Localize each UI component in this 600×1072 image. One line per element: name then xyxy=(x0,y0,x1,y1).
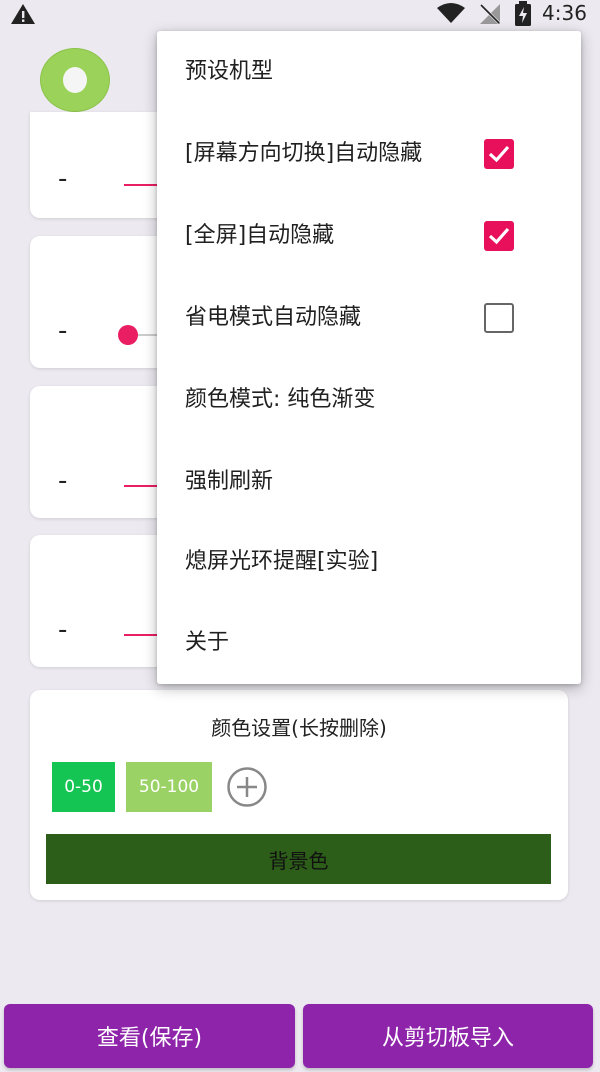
menu-item-label: 关于 xyxy=(185,630,230,655)
minus-label: - xyxy=(58,164,68,194)
menu-item-label: 熄屏光环提醒[实验] xyxy=(185,549,379,574)
powersave-autohide-checkbox[interactable] xyxy=(484,303,514,333)
menu-item-screen-off-ring[interactable]: 熄屏光环提醒[实验] xyxy=(157,521,581,603)
slider-thumb[interactable] xyxy=(118,325,138,345)
menu-item-label: [全屏]自动隐藏 xyxy=(185,223,335,248)
view-save-button[interactable]: 查看(保存) xyxy=(4,1004,295,1068)
check-icon xyxy=(488,227,510,245)
minus-label: - xyxy=(58,316,68,346)
fullscreen-autohide-checkbox[interactable] xyxy=(484,221,514,251)
minus-label: - xyxy=(58,615,68,645)
color-chip-0-50[interactable]: 0-50 xyxy=(52,762,115,812)
import-clipboard-button[interactable]: 从剪切板导入 xyxy=(303,1004,593,1068)
add-color-icon[interactable] xyxy=(226,766,268,808)
wifi-icon xyxy=(437,3,465,23)
menu-item-about[interactable]: 关于 xyxy=(157,602,581,684)
orientation-autohide-checkbox[interactable] xyxy=(484,139,514,169)
menu-item-label: 省电模式自动隐藏 xyxy=(185,305,362,330)
color-settings-card: 颜色设置(长按删除) 0-50 50-100 背景色 xyxy=(30,690,568,900)
battery-charging-icon xyxy=(515,1,531,26)
menu-item-label: 预设机型 xyxy=(185,59,274,84)
ring-preview-logo xyxy=(40,48,110,112)
status-bar: 4:36 xyxy=(0,0,600,28)
menu-item-color-mode[interactable]: 颜色模式: 纯色渐变 xyxy=(157,359,581,441)
check-icon xyxy=(488,145,510,163)
warning-icon xyxy=(11,4,35,24)
color-chip-50-100[interactable]: 50-100 xyxy=(126,762,212,812)
status-time: 4:36 xyxy=(542,1,587,25)
menu-item-label: 强制刷新 xyxy=(185,469,274,494)
background-color-button[interactable]: 背景色 xyxy=(46,834,551,884)
menu-item-orientation-autohide[interactable]: [屏幕方向切换]自动隐藏 xyxy=(157,113,581,195)
menu-item-force-refresh[interactable]: 强制刷新 xyxy=(157,441,581,523)
menu-item-powersave-autohide[interactable]: 省电模式自动隐藏 xyxy=(157,277,581,359)
color-settings-title: 颜色设置(长按删除) xyxy=(211,716,387,740)
menu-item-label: [屏幕方向切换]自动隐藏 xyxy=(185,141,423,166)
menu-item-label: 颜色模式: 纯色渐变 xyxy=(185,387,376,412)
menu-item-preset-model[interactable]: 预设机型 xyxy=(157,31,581,113)
menu-item-fullscreen-autohide[interactable]: [全屏]自动隐藏 xyxy=(157,195,581,277)
minus-label: - xyxy=(58,466,68,496)
no-signal-icon xyxy=(479,3,501,25)
overflow-menu: 预设机型 [屏幕方向切换]自动隐藏 [全屏]自动隐藏 省电模式自动隐藏 颜色模式… xyxy=(157,31,581,684)
